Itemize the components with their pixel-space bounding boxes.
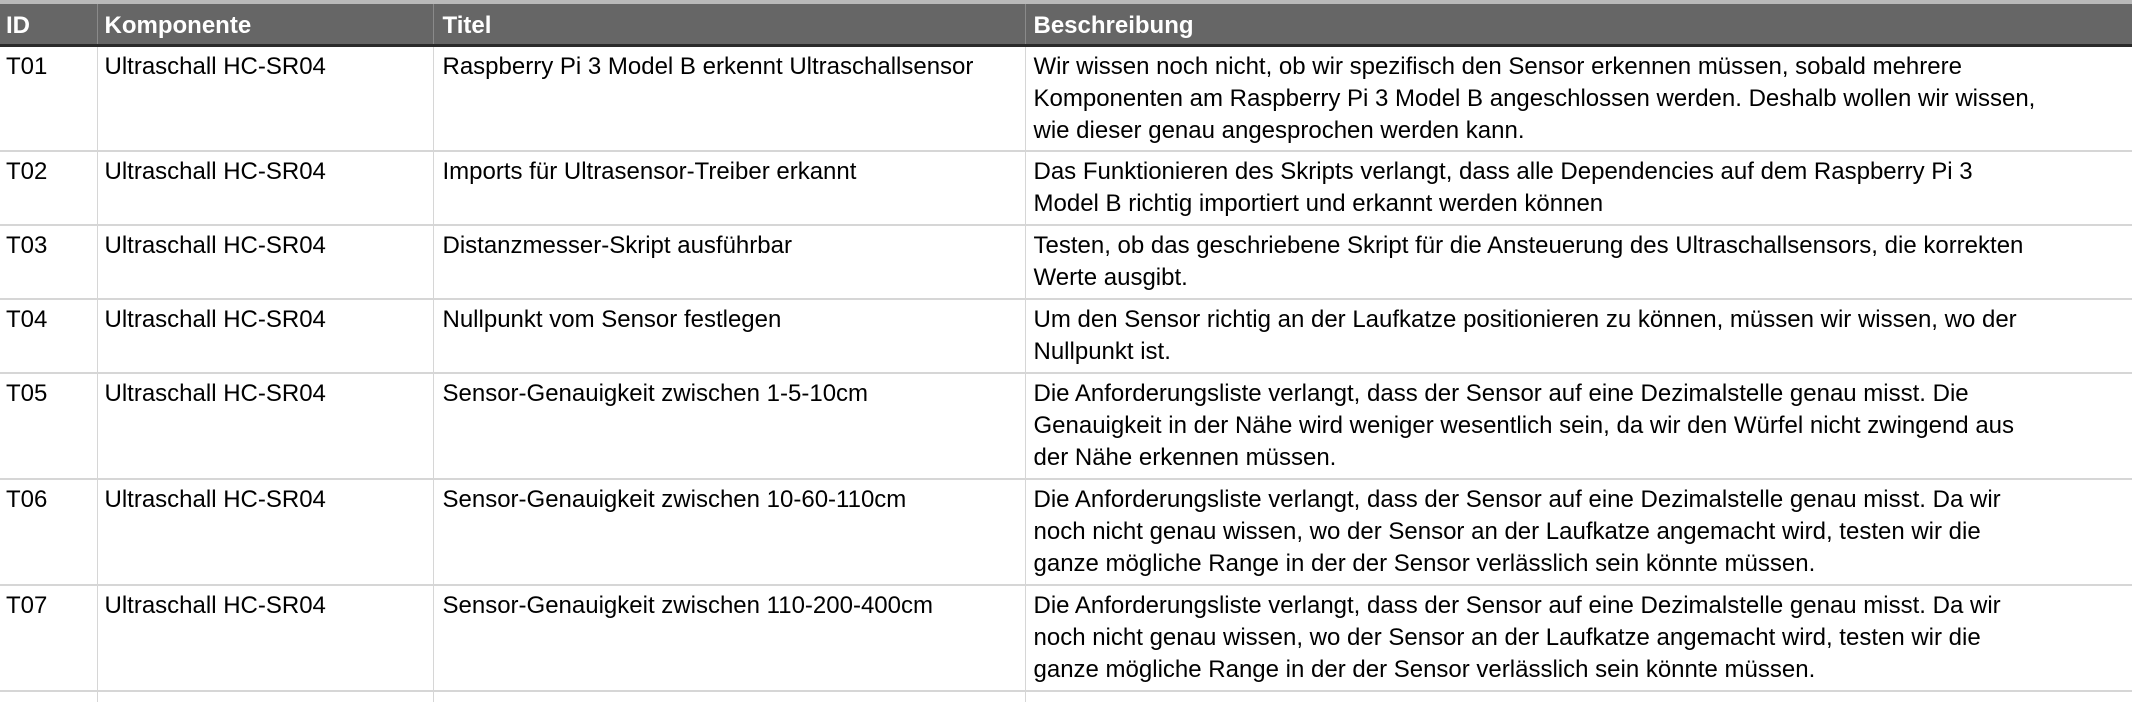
- cell-text-line: Die Anforderungsliste verlangt, dass der…: [1033, 380, 1969, 407]
- table-row: T03 Ultraschall HC-SR04 Distanzmesser-Sk…: [0, 225, 2132, 300]
- cell-titel[interactable]: Sensor-Genauigkeit zwischen 10-60-110cm: [433, 479, 1026, 586]
- cell-text-line: Genauigkeit in der Nähe wird weniger wes…: [1033, 412, 2015, 439]
- cell-id[interactable]: T04: [0, 299, 98, 374]
- table-row: T02 Ultraschall HC-SR04 Imports für Ultr…: [0, 151, 2132, 226]
- column-header-komponente[interactable]: Komponente: [97, 4, 434, 47]
- cell-komponente[interactable]: Ultraschall HC-SR04: [97, 373, 434, 480]
- cell-komponente[interactable]: Ultraschall HC-SR04: [97, 225, 434, 300]
- cell-komponente[interactable]: Ultraschall HC-SR04: [97, 45, 434, 152]
- cell-titel[interactable]: Sensor-Genauigkeit zwischen 1-5-10cm: [433, 373, 1026, 480]
- cell-beschreibung[interactable]: Die Anforderungsliste verlangt, dass der…: [1025, 373, 2132, 480]
- cell-text-line: Die Anforderungsliste verlangt, dass der…: [1033, 486, 2001, 513]
- table-row: T05 Ultraschall HC-SR04 Sensor-Genauigke…: [0, 373, 2132, 480]
- column-header-id[interactable]: ID: [0, 4, 98, 47]
- cell-beschreibung[interactable]: Wir wissen noch nicht, ob wir spezifisch…: [1025, 45, 2132, 152]
- cell-id[interactable]: T07: [0, 585, 98, 692]
- cell-komponente[interactable]: Ultraschall HC-SR04: [97, 479, 434, 586]
- cell-text-line: ganze mögliche Range in der der Sensor v…: [1033, 656, 1816, 683]
- column-header-beschreibung[interactable]: Beschreibung: [1025, 4, 2132, 47]
- cell-text-line: Um den Sensor richtig an der Laufkatze p…: [1033, 306, 2017, 333]
- empty-row: [0, 691, 2132, 702]
- cell-titel[interactable]: Nullpunkt vom Sensor festlegen: [433, 299, 1026, 374]
- table-row: T06 Ultraschall HC-SR04 Sensor-Genauigke…: [0, 479, 2132, 586]
- cell-text-line: der Nähe erkennen müssen.: [1033, 444, 1337, 471]
- cell-text-line: Komponenten am Raspberry Pi 3 Model B an…: [1033, 84, 2036, 112]
- column-header-titel[interactable]: Titel: [433, 4, 1026, 47]
- test-case-table: ID Komponente Titel Beschreibung T01 Ult…: [0, 4, 2132, 702]
- cell-text-line: noch nicht genau wissen, wo der Sensor a…: [1033, 518, 1981, 545]
- cell-id[interactable]: T05: [0, 373, 98, 480]
- cell-id[interactable]: T01: [0, 45, 98, 152]
- cell-komponente[interactable]: Ultraschall HC-SR04: [97, 151, 434, 226]
- cell-text-line: Nullpunkt ist.: [1033, 338, 1171, 365]
- cell-titel[interactable]: Raspberry Pi 3 Model B erkennt Ultrascha…: [433, 45, 1026, 152]
- cell-text-line: Werte ausgibt.: [1033, 264, 1188, 291]
- cell-id[interactable]: T03: [0, 225, 98, 300]
- cell-beschreibung[interactable]: Um den Sensor richtig an der Laufkatze p…: [1025, 299, 2132, 374]
- cell-text-line: noch nicht genau wissen, wo der Sensor a…: [1033, 624, 1981, 651]
- empty-cell[interactable]: [1025, 691, 2132, 702]
- cell-text-line: wie dieser genau angesprochen werden kan…: [1033, 116, 1525, 144]
- cell-beschreibung[interactable]: Testen, ob das geschriebene Skript für d…: [1025, 225, 2132, 300]
- header-row: ID Komponente Titel Beschreibung: [0, 4, 2132, 47]
- cell-beschreibung[interactable]: Die Anforderungsliste verlangt, dass der…: [1025, 585, 2132, 692]
- cell-text-line: Das Funktionieren des Skripts verlangt, …: [1033, 158, 1973, 185]
- table-row: T04 Ultraschall HC-SR04 Nullpunkt vom Se…: [0, 299, 2132, 374]
- cell-titel[interactable]: Imports für Ultrasensor-Treiber erkannt: [433, 151, 1026, 226]
- cell-komponente[interactable]: Ultraschall HC-SR04: [97, 585, 434, 692]
- cell-text-line: Testen, ob das geschriebene Skript für d…: [1033, 232, 2024, 259]
- cell-titel[interactable]: Distanzmesser-Skript ausführbar: [433, 225, 1026, 300]
- cell-id[interactable]: T06: [0, 479, 98, 586]
- cell-text-line: Model B richtig importiert und erkannt w…: [1033, 190, 1604, 217]
- empty-cell[interactable]: [433, 691, 1026, 702]
- cell-id[interactable]: T02: [0, 151, 98, 226]
- empty-cell[interactable]: [97, 691, 434, 702]
- cell-text-line: ganze mögliche Range in der der Sensor v…: [1033, 550, 1816, 577]
- cell-beschreibung[interactable]: Die Anforderungsliste verlangt, dass der…: [1025, 479, 2132, 586]
- cell-text-line: Wir wissen noch nicht, ob wir spezifisch…: [1033, 52, 1962, 80]
- cell-beschreibung[interactable]: Das Funktionieren des Skripts verlangt, …: [1025, 151, 2132, 226]
- table-row: T07 Ultraschall HC-SR04 Sensor-Genauigke…: [0, 585, 2132, 692]
- empty-cell[interactable]: [0, 691, 98, 702]
- spreadsheet-view: ID Komponente Titel Beschreibung T01 Ult…: [0, 0, 2132, 702]
- cell-titel[interactable]: Sensor-Genauigkeit zwischen 110-200-400c…: [433, 585, 1026, 692]
- table-row: T01 Ultraschall HC-SR04 Raspberry Pi 3 M…: [0, 45, 2132, 152]
- cell-text-line: Die Anforderungsliste verlangt, dass der…: [1033, 592, 2001, 619]
- cell-komponente[interactable]: Ultraschall HC-SR04: [97, 299, 434, 374]
